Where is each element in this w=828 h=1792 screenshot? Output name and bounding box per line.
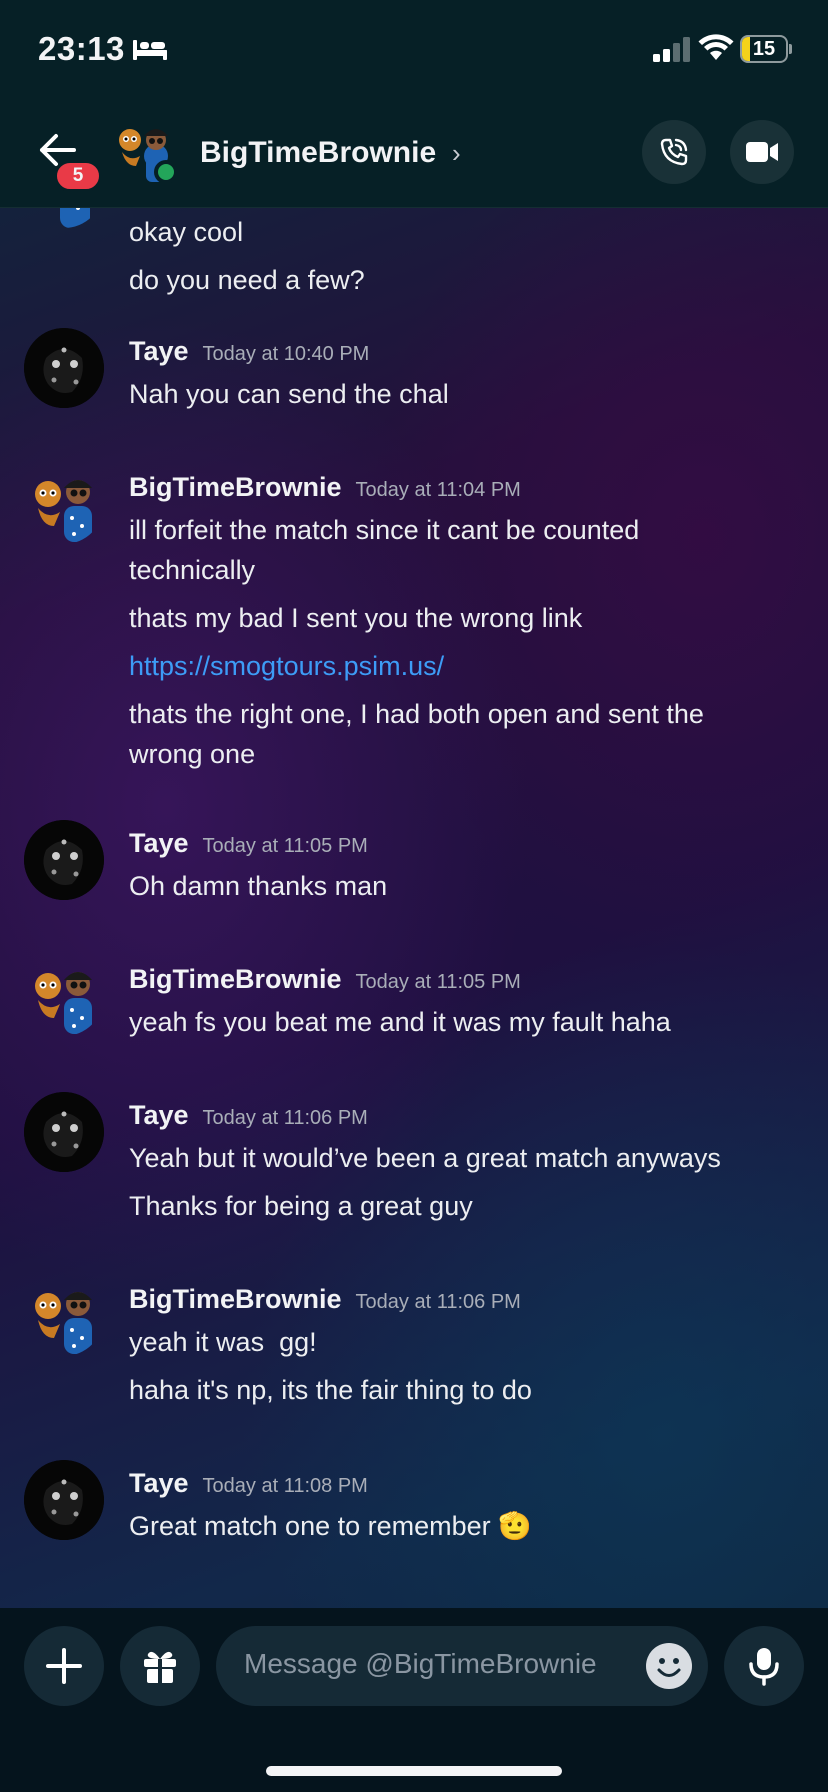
author-label[interactable]: BigTimeBrownie: [129, 1284, 342, 1314]
message-list[interactable]: okay cool do you need a few? Taye Today a…: [0, 208, 828, 1608]
author-name[interactable]: Taye Today at 11:08 PM: [129, 1468, 368, 1499]
avatar-taye[interactable]: [24, 1092, 104, 1172]
timestamp: Today at 11:05 PM: [355, 971, 521, 993]
status-bar: 23:13 15: [0, 0, 828, 100]
video-call-button[interactable]: [730, 120, 794, 184]
author-name[interactable]: Taye Today at 11:06 PM: [129, 1100, 368, 1131]
battery-percent: 15: [752, 38, 776, 60]
online-status-dot: [154, 160, 178, 184]
microphone-icon: [749, 1648, 779, 1686]
timestamp: Today at 10:40 PM: [202, 343, 370, 365]
message-text: Oh damn thanks man: [129, 871, 388, 901]
author-name[interactable]: BigTimeBrownie Today at 11:05 PM: [129, 964, 521, 995]
message-text: okay cool: [129, 217, 244, 247]
message-text: do you need a few?: [129, 265, 365, 295]
message-group: Taye Today at 11:06 PM Yeah but it would’…: [0, 1092, 828, 1252]
battery-icon: 15: [740, 35, 792, 63]
avatar-taye-image: [24, 1092, 104, 1172]
cellular-signal-icon: [653, 37, 690, 62]
avatar-bigtimebrownie[interactable]: [24, 208, 104, 228]
message-group: Taye Today at 10:40 PM Nah you can send t…: [0, 328, 828, 438]
author-name[interactable]: BigTimeBrownie Today at 11:06 PM: [129, 1284, 521, 1315]
message-text: yeah it was gg!: [129, 1327, 317, 1357]
message-text: thats the right one, I had both open and…: [129, 699, 704, 769]
timestamp: Today at 11:05 PM: [202, 835, 368, 857]
timestamp: Today at 11:06 PM: [202, 1107, 368, 1129]
message-group-partial: okay cool do you need a few?: [0, 208, 828, 318]
emoji-icon: [647, 1644, 691, 1688]
avatar-bigtimebrownie[interactable]: [24, 1276, 104, 1356]
author-label[interactable]: Taye: [129, 828, 189, 858]
add-attachment-button[interactable]: [24, 1626, 104, 1706]
voice-call-button[interactable]: [642, 120, 706, 184]
author-name[interactable]: Taye Today at 11:05 PM: [129, 828, 368, 859]
bed-icon: [133, 40, 167, 60]
message-group: Taye Today at 11:05 PM Oh damn thanks man: [0, 820, 828, 930]
timestamp: Today at 11:06 PM: [355, 1291, 521, 1313]
message-text: thats my bad I sent you the wrong link: [129, 603, 583, 633]
message-text: Great match one to remember 🫡: [129, 1511, 532, 1541]
author-label[interactable]: Taye: [129, 1100, 189, 1130]
avatar-taye[interactable]: [24, 820, 104, 900]
video-camera-icon: [746, 142, 778, 162]
message-group: BigTimeBrownie Today at 11:05 PM yeah fs …: [0, 956, 828, 1066]
contact-name[interactable]: BigTimeBrownie: [200, 136, 436, 170]
wifi-icon: [698, 34, 734, 60]
emoji-button[interactable]: [646, 1643, 692, 1689]
message-link[interactable]: https://smogtours.psim.us/: [129, 646, 769, 686]
home-indicator[interactable]: [266, 1766, 562, 1776]
chevron-right-icon[interactable]: ›: [452, 138, 461, 169]
unread-badge: 5: [54, 160, 102, 192]
message-composer: Message @BigTimeBrownie: [0, 1608, 828, 1792]
gift-icon: [144, 1651, 176, 1683]
voice-message-button[interactable]: [724, 1626, 804, 1706]
status-time: 23:13: [38, 30, 125, 67]
avatar-bigtimebrownie[interactable]: [24, 464, 104, 544]
avatar-taye-image: [24, 1460, 104, 1540]
message-text: ill forfeit the match since it cant be c…: [129, 515, 640, 585]
author-label[interactable]: Taye: [129, 336, 189, 366]
timestamp: Today at 11:08 PM: [202, 1475, 368, 1497]
avatar-bigtimebrownie[interactable]: [24, 956, 104, 1036]
avatar-taye[interactable]: [24, 1460, 104, 1540]
battery-shell: 15: [740, 35, 788, 63]
message-text: Thanks for being a great guy: [129, 1191, 473, 1221]
phone-call-icon: [660, 138, 688, 166]
message-group: BigTimeBrownie Today at 11:06 PM yeah it …: [0, 1276, 828, 1436]
author-name[interactable]: Taye Today at 10:40 PM: [129, 336, 369, 367]
timestamp: Today at 11:04 PM: [355, 479, 521, 501]
author-name[interactable]: BigTimeBrownie Today at 11:04 PM: [129, 472, 521, 503]
author-label[interactable]: BigTimeBrownie: [129, 964, 342, 994]
gift-button[interactable]: [120, 1626, 200, 1706]
message-text: yeah fs you beat me and it was my fault …: [129, 1007, 671, 1037]
author-label[interactable]: BigTimeBrownie: [129, 472, 342, 502]
message-group: BigTimeBrownie Today at 11:04 PM ill forf…: [0, 464, 828, 784]
avatar-taye[interactable]: [24, 328, 104, 408]
avatar-taye-image: [24, 820, 104, 900]
top-bar: 23:13 15 5 BigTimeBrownie ›: [0, 0, 828, 208]
message-group: Taye Today at 11:08 PM Great match one to…: [0, 1460, 828, 1570]
avatar-taye-image: [24, 328, 104, 408]
battery-nub: [789, 44, 792, 54]
message-text: Nah you can send the chal: [129, 379, 449, 409]
author-label[interactable]: Taye: [129, 1468, 189, 1498]
message-text: haha it's np, its the fair thing to do: [129, 1375, 532, 1405]
message-input[interactable]: Message @BigTimeBrownie: [216, 1626, 708, 1706]
plus-icon: [46, 1648, 82, 1684]
message-input-placeholder: Message @BigTimeBrownie: [244, 1648, 597, 1679]
message-text: Yeah but it would’ve been a great match …: [129, 1143, 721, 1173]
